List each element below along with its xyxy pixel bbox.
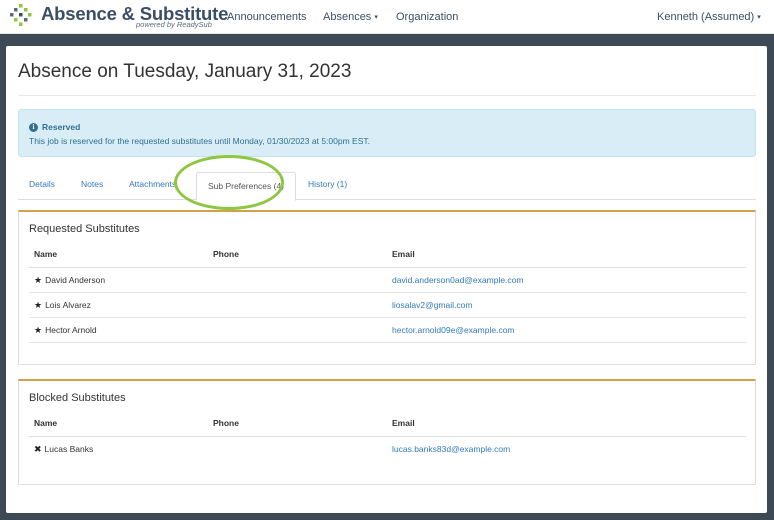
absence-card: Absence on Tuesday, January 31, 2023 i R… [6,46,767,513]
nav-organization[interactable]: Organization [396,11,458,23]
blocked-x-icon: ✖ [34,444,42,454]
nav-label: Organization [396,11,459,23]
sub-name-text: Hector Arnold [45,325,97,335]
tab-sub-preferences[interactable]: Sub Preferences (4) [196,172,296,201]
blocked-substitutes-panel: Blocked Substitutes Name Phone Email ✖ Lu… [18,379,756,485]
top-navbar: Absence & Substitute powered by ReadySub… [0,0,774,34]
tab-details[interactable]: Details [29,179,55,189]
star-icon: ★ [34,275,43,285]
nav-label: Absences [323,11,372,23]
sub-name-text: Lois Alvarez [45,300,91,310]
column-header-email: Email [392,418,415,428]
page-title: Absence on Tuesday, January 31, 2023 [18,61,352,82]
star-icon: ★ [34,325,43,335]
nav-absences-dropdown[interactable]: Absences ▾ [323,11,378,23]
requested-substitutes-panel: Requested Substitutes Name Phone Email ★… [18,210,756,365]
column-header-phone: Phone [213,249,239,259]
column-header-name: Name [34,249,58,259]
column-header-phone: Phone [213,418,239,428]
sub-name: ✖ Lucas Banks [34,444,93,455]
readysub-logo-icon[interactable] [9,3,33,27]
alert-message: This job is reserved for the requested s… [29,136,370,146]
sub-name-text: David Anderson [45,275,106,285]
table-row: ★ Lois Alvarez liosalav2@gmail.com [29,293,746,318]
column-header-email: Email [392,249,415,259]
table-row: ★ Hector Arnold hector.arnold09e@example.… [29,318,746,343]
tab-notes[interactable]: Notes [81,179,103,189]
sub-name-text: Lucas Banks [44,444,94,454]
nav-label: Announcements [227,11,307,23]
user-name: Kenneth (Assumed) [657,11,755,23]
tab-label: Sub Preferences (4) [207,181,285,191]
user-menu-dropdown[interactable]: Kenneth (Assumed) ▾ [657,11,761,23]
sub-email-link[interactable]: david.anderson0ad@example.com [392,275,523,285]
tab-history[interactable]: History (1) [308,179,347,189]
table-row: ★ David Anderson david.anderson0ad@exampl… [29,268,746,293]
panel-title: Blocked Substitutes [29,392,126,404]
sub-name: ★ Hector Arnold [34,325,97,336]
info-icon: i [29,123,38,132]
table-row: ✖ Lucas Banks lucas.banks83d@example.com [29,437,746,462]
nav-announcements[interactable]: Announcements [227,11,307,23]
sub-email-link[interactable]: liosalav2@gmail.com [392,300,472,310]
sub-name: ★ David Anderson [34,275,105,286]
alert-title: Reserved [42,122,81,132]
star-icon: ★ [34,300,43,310]
tab-attachments[interactable]: Attachments [129,179,176,189]
column-header-name: Name [34,418,58,428]
chevron-down-icon: ▾ [374,14,378,21]
absence-tabs: Details Notes Attachments Sub Preference… [18,171,756,201]
panel-title: Requested Substitutes [29,223,140,235]
reserved-alert: i Reserved This job is reserved for the … [18,109,756,157]
sub-email-link[interactable]: hector.arnold09e@example.com [392,325,515,335]
sub-name: ★ Lois Alvarez [34,300,91,311]
brand-tagline: powered by ReadySub [136,20,212,29]
chevron-down-icon: ▾ [757,14,761,21]
sub-email-link[interactable]: lucas.banks83d@example.com [392,444,510,454]
title-divider [18,95,756,96]
